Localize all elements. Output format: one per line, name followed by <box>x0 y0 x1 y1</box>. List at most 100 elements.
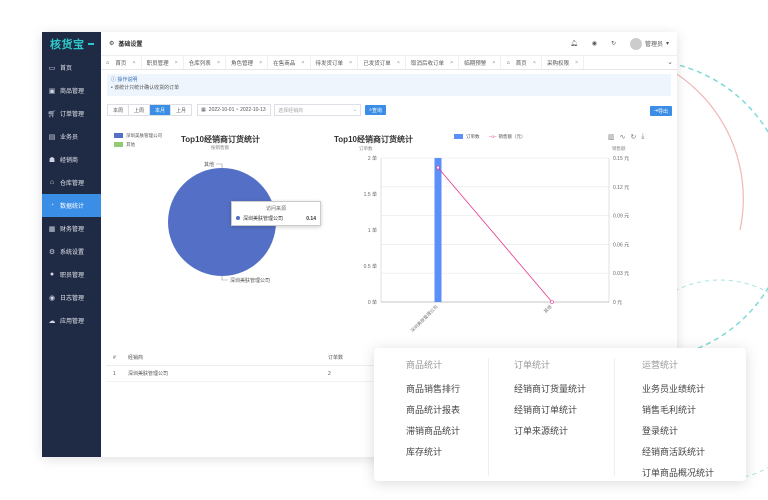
close-icon[interactable]: × <box>450 60 453 66</box>
tab-4[interactable]: 在售商品 × <box>268 56 311 69</box>
tab-strip: ⌂ 首页 × 职员管理 × 仓库列表 × 角色管理 × 在售商品 × 待发货订单 × 已发货订单 × 取消后收… <box>101 56 677 70</box>
pie-legend-item[interactable]: 其他 <box>114 142 135 148</box>
left-tick-label: 0.5 单 <box>364 263 377 270</box>
tab-5[interactable]: 待发货订单 × <box>311 56 359 69</box>
eye-icon: ◉ <box>48 294 56 302</box>
tab-0[interactable]: ⌂ 首页 × <box>101 56 142 69</box>
menu-link[interactable]: 商品统计报表 <box>406 400 460 421</box>
tab-7[interactable]: 取消后收订单 × <box>406 56 460 69</box>
close-icon[interactable]: × <box>175 60 178 66</box>
tab-1[interactable]: 职员管理 × <box>142 56 184 69</box>
top-bar: ⚙ 基础设置 🔔︎ ◉ ↻ 管理员 ▾ <box>101 32 677 56</box>
date-range-input[interactable]: ▦ 2022-10-01 ~ 2022-10-13 <box>197 104 272 116</box>
export-button[interactable]: ⇥ 导出 <box>649 106 672 116</box>
sidebar-item-5[interactable]: ⌂ 仓库管理 <box>42 171 101 194</box>
filter-bar: 本周 上周 本月 上月 ▦ 2022-10-01 ~ 2022-10-13 选择经销商 ⌄… <box>107 104 671 116</box>
sidebar-item-3[interactable]: ▤ 业务员 <box>42 125 101 148</box>
menu-link[interactable]: 商品销售排行 <box>406 379 460 400</box>
menu-link[interactable]: 登录统计 <box>642 421 714 442</box>
close-icon[interactable]: × <box>301 60 304 66</box>
tab-8[interactable]: 临期预警 × <box>459 56 502 69</box>
close-icon[interactable]: × <box>217 60 220 66</box>
restore-icon[interactable]: ↻ <box>631 133 637 141</box>
close-icon[interactable]: × <box>575 60 578 66</box>
left-tick-label: 0 单 <box>368 299 377 306</box>
menu-link[interactable]: 经销商订单统计 <box>514 400 586 421</box>
close-icon[interactable]: × <box>492 60 495 66</box>
tab-3[interactable]: 角色管理 × <box>226 56 269 69</box>
line-legend-item[interactable]: –o– 销售额（元） <box>489 134 526 140</box>
line-point[interactable] <box>436 165 440 170</box>
bar-legend-item[interactable]: 订单数 <box>454 134 480 140</box>
tab-10[interactable]: 采购权限 × <box>542 56 585 69</box>
user-menu[interactable]: 管理员 ▾ <box>629 37 669 50</box>
sidebar-item-2[interactable]: 🛒︎ 订单管理 <box>42 102 101 125</box>
sidebar-item-0[interactable]: ▭ 首页 <box>42 56 101 79</box>
gear-icon: ⚙ <box>48 248 56 256</box>
period-option-0[interactable]: 本周 <box>108 105 130 115</box>
sidebar-item-1[interactable]: ▣ 商品管理 <box>42 79 101 102</box>
menu-column-1: 订单统计 经销商订货量统计 经销商订单统计 订单来源统计 <box>514 358 586 442</box>
chevron-down-icon: ▾ <box>665 41 669 47</box>
sidebar-item-10[interactable]: ◉ 日志管理 <box>42 286 101 309</box>
tabs-more-icon[interactable]: ⌄ <box>665 58 673 66</box>
pie-label: 深圳美肤管理公司 <box>230 277 270 284</box>
user-icon: ● <box>49 271 55 278</box>
menu-link[interactable]: 业务员业绩统计 <box>642 379 714 400</box>
stats-menu-popup: 商品统计 商品销售排行 商品统计报表 滞销商品统计 库存统计 订单统计 经销商订货量统计 经销… <box>374 348 746 481</box>
menu-column-title: 商品统计 <box>406 360 443 370</box>
menu-link[interactable]: 库存统计 <box>406 442 460 463</box>
menu-link[interactable]: 经销商订货量统计 <box>514 379 586 400</box>
bell-icon[interactable]: 🔔︎ <box>570 40 578 47</box>
avatar <box>629 37 642 50</box>
tab-6[interactable]: 已发货订单 × <box>358 56 406 69</box>
pie-chart-title: Top10经销商订货统计 <box>181 135 260 144</box>
sidebar-item-7[interactable]: ▦ 财务管理 <box>42 217 101 240</box>
pie-legend-item[interactable]: 深圳美肤管理公司 <box>114 133 162 139</box>
close-icon[interactable]: × <box>533 60 536 66</box>
left-tick-label: 2 单 <box>368 155 377 162</box>
menu-link[interactable]: 滞销商品统计 <box>406 421 460 442</box>
download-icon[interactable]: ⤓ <box>641 133 644 141</box>
bar-chart-icon[interactable]: ▥ <box>608 133 615 141</box>
period-selector: 本周 上周 本月 上月 <box>107 104 193 116</box>
eye-icon[interactable]: ◉ <box>592 40 597 47</box>
left-tick-label: 1 单 <box>368 227 377 234</box>
tab-2[interactable]: 仓库列表 × <box>184 56 227 69</box>
line-point[interactable] <box>550 300 554 304</box>
period-option-3[interactable]: 上月 <box>171 105 191 115</box>
app-logo: 核货宝 <box>42 32 101 56</box>
people-icon: ☗ <box>48 156 56 164</box>
sidebar-item-4[interactable]: ☗ 经销商 <box>42 148 101 171</box>
x-tick-label: 深圳美肤管理公司 <box>409 303 439 333</box>
menu-link[interactable]: 销售毛利统计 <box>642 400 714 421</box>
calendar-icon: ▦ <box>201 107 206 113</box>
period-option-1[interactable]: 上周 <box>129 105 151 115</box>
sidebar-item-9[interactable]: ● 职员管理 <box>42 263 101 286</box>
distributor-select[interactable]: 选择经销商 ⌄ <box>274 104 362 116</box>
monitor-icon: ▭ <box>48 64 56 72</box>
close-icon[interactable]: × <box>397 60 400 66</box>
label-leader <box>221 276 228 281</box>
menu-link[interactable]: 经销商活跃统计 <box>642 442 714 463</box>
line-chart-icon[interactable]: ∿ <box>620 133 626 141</box>
close-icon[interactable]: × <box>259 60 262 66</box>
period-option-2[interactable]: 本月 <box>150 105 172 115</box>
query-button[interactable]: ⌕ 查询 <box>365 105 386 115</box>
bar[interactable] <box>434 158 442 302</box>
refresh-icon[interactable]: ↻ <box>611 40 616 47</box>
menu-column-0: 商品统计商品销售排行 商品统计报表 滞销商品统计 库存统计 <box>406 358 460 463</box>
home-icon: ⌂ <box>506 59 510 66</box>
tab-9[interactable]: ⌂ 首页 × <box>501 56 542 69</box>
line-series <box>437 167 553 303</box>
sidebar-item-8[interactable]: ⚙ 系统设置 <box>42 240 101 263</box>
close-icon[interactable]: × <box>349 60 352 66</box>
sidebar-item-6[interactable]: ◔ 数据统计 <box>42 194 101 217</box>
gear-icon: ⚙ <box>109 41 115 47</box>
close-icon[interactable]: × <box>132 60 135 66</box>
menu-link[interactable]: 订单商品概况统计 <box>642 463 714 484</box>
briefcase-icon: ▤ <box>48 133 56 141</box>
page-title: ⚙ 基础设置 <box>109 41 143 48</box>
sidebar-item-11[interactable]: ☁ 应用管理 <box>42 309 101 332</box>
menu-link[interactable]: 订单来源统计 <box>514 421 586 442</box>
